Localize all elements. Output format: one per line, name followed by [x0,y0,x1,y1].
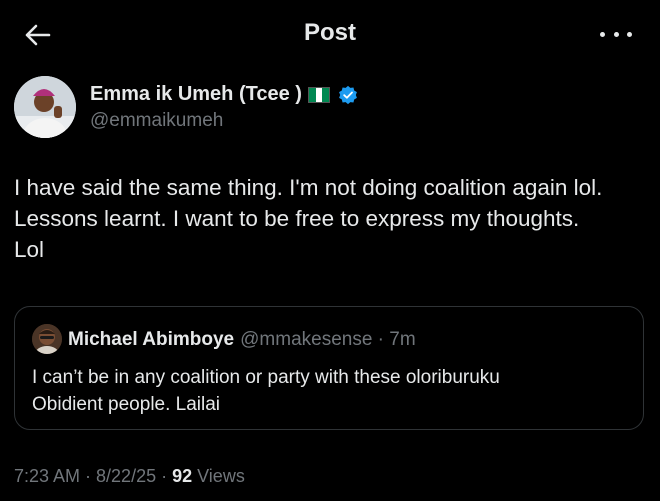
post-text: I have said the same thing. I'm not doin… [14,172,650,265]
more-options-button[interactable] [600,24,632,44]
quoted-post[interactable]: Michael Abimboye @mmakesense · 7m I can’t… [14,306,644,430]
page-title: Post [303,19,356,46]
quoted-author-handle-time: @mmakesense · 7m [240,329,416,350]
author-display-name[interactable]: Emma ik Umeh (Tcee ) [90,83,302,106]
post-text-line: Lessons learnt. I want to be free to exp… [14,206,580,231]
author-avatar[interactable] [14,76,76,138]
post-author: Emma ik Umeh (Tcee ) @emmaikumeh [14,76,644,140]
views-count: 92 [172,466,193,486]
post-text-line: Lol [14,237,45,262]
top-bar: Post [0,0,660,66]
quoted-text-line: Obidient people. Lailai [32,394,221,415]
nigeria-flag-icon [307,86,330,103]
post-timestamp[interactable]: 7:23 AM · 8/22/25 · [14,466,172,486]
verified-badge-icon [339,85,357,104]
author-handle[interactable]: @emmaikumeh [90,110,223,132]
post-metadata: 7:23 AM · 8/22/25 · 92 Views [14,466,245,487]
quoted-text-line: I can’t be in any coalition or party wit… [32,367,500,388]
author-name-row: Emma ik Umeh (Tcee ) [90,83,358,106]
quoted-author-avatar[interactable] [32,324,62,354]
avatar-image [14,76,76,138]
avatar-image [32,324,62,354]
views-label: Views [192,466,245,486]
more-horizontal-icon [600,31,605,37]
post-text-line: I have said the same thing. I'm not doin… [14,175,603,200]
quoted-post-text: I can’t be in any coalition or party wit… [32,364,632,418]
quoted-author-name: Michael Abimboye [68,329,235,350]
quoted-author-row: Michael Abimboye @mmakesense · 7m [68,329,416,351]
